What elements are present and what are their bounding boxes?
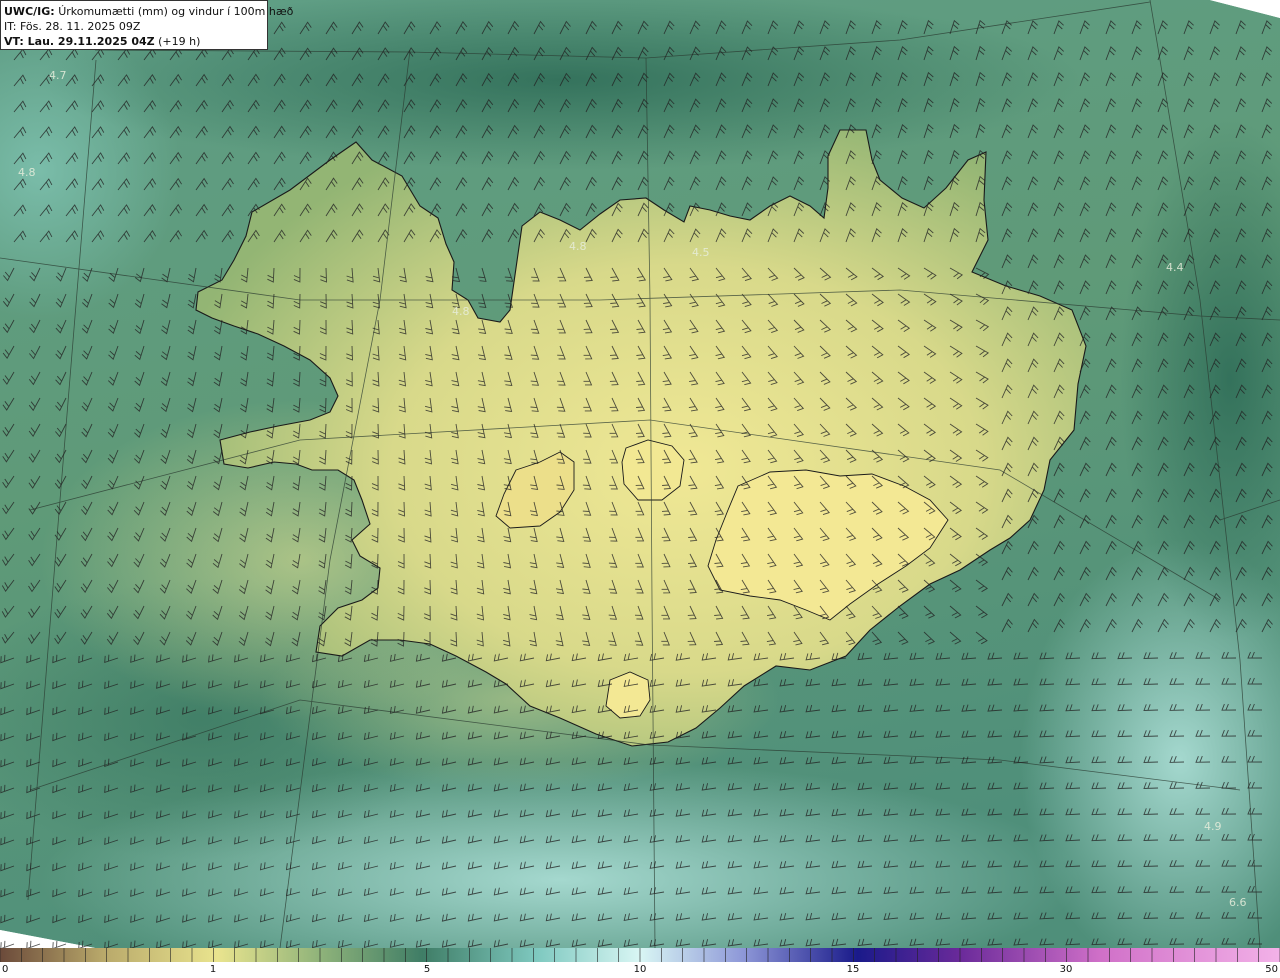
colorbar-tick-labels: 0 1 5 10 15 30 50	[0, 962, 1280, 978]
colorbar-tick: 15	[846, 964, 860, 975]
model-code: UWC/IG:	[4, 5, 55, 18]
value-label: 4.7	[49, 69, 67, 82]
colorbar-ticklines	[0, 948, 1280, 962]
initial-time: IT: Fös. 28. 11. 2025 09Z	[4, 20, 141, 33]
precipitation-wind-map: 4.7 4.8 4.8 4.8 4.5 4.4 4.9 6.6	[0, 0, 1280, 948]
valid-time: VT: Lau. 29.11.2025 04Z	[4, 35, 155, 48]
title-line: UWC/IG: Úrkomumætti (mm) og vindur í 100…	[4, 4, 293, 19]
colorbar-tick: 5	[423, 964, 431, 975]
colorbar-tick: 10	[633, 964, 647, 975]
colorbar-tick: 50	[1265, 964, 1278, 975]
colorbar	[0, 948, 1280, 962]
colorbar-tick: 30	[1059, 964, 1073, 975]
map-title: Úrkomumætti (mm) og vindur í 100m hæð	[58, 5, 294, 18]
forecast-info-box: UWC/IG: Úrkomumætti (mm) og vindur í 100…	[0, 0, 293, 50]
value-label: 4.8	[569, 240, 587, 253]
valid-time-line: VT: Lau. 29.11.2025 04Z (+19 h)	[4, 34, 264, 49]
value-label: 6.6	[1229, 896, 1247, 909]
value-label: 4.8	[452, 305, 470, 318]
value-label: 4.5	[692, 246, 710, 259]
colorbar-tick: 0	[2, 964, 9, 975]
forecast-lead: (+19 h)	[158, 35, 201, 48]
colorbar-tick: 1	[209, 964, 217, 975]
value-label: 4.8	[18, 166, 36, 179]
map-area: 4.7 4.8 4.8 4.8 4.5 4.4 4.9 6.6 UWC/IG: …	[0, 0, 1280, 948]
value-label: 4.4	[1166, 261, 1184, 274]
value-label: 4.9	[1204, 820, 1222, 833]
